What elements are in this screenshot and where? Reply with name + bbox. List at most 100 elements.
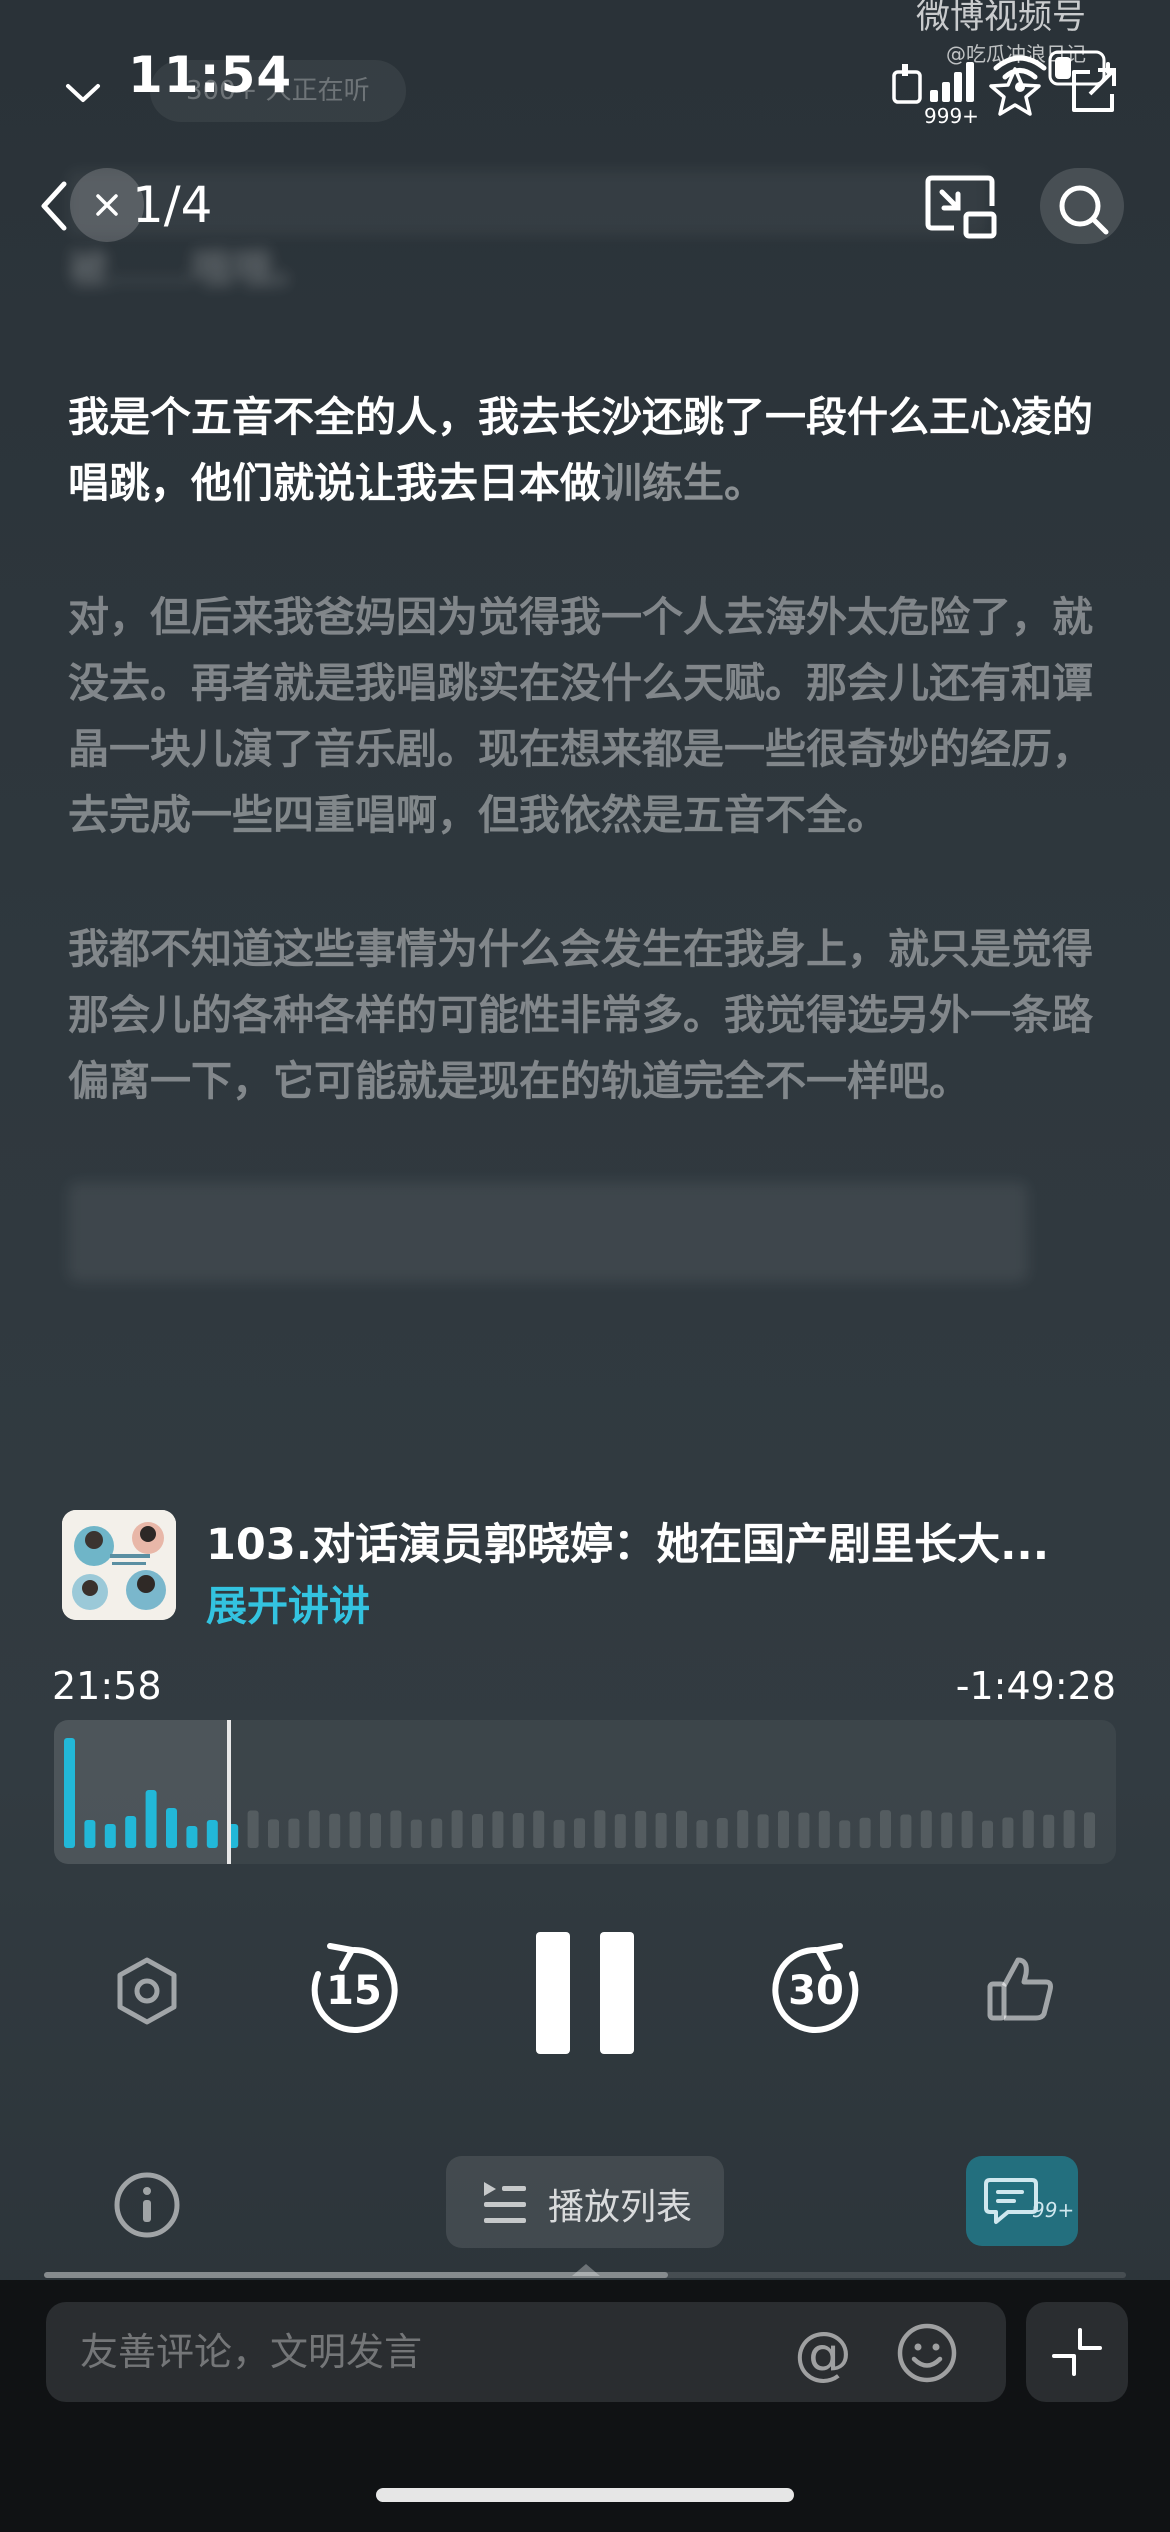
info-icon[interactable]: [112, 2170, 182, 2240]
waveform-bar: [1043, 1814, 1055, 1848]
pause-icon: [536, 1932, 634, 2054]
status-bar: 300+ 人正在听 11:54 微博视频号 @吃瓜冲浪日记 999+: [0, 0, 1170, 130]
waveform-bar: [104, 1824, 116, 1848]
elapsed-time: 21:58: [52, 1664, 162, 1708]
waveform-bar: [390, 1810, 402, 1848]
comment-count-badge: 99+: [1032, 2198, 1075, 2222]
waveform-bar: [512, 1812, 524, 1848]
forward-30-button[interactable]: 30: [766, 1940, 866, 2040]
waveform-bar: [268, 1819, 279, 1848]
waveform-bar: [737, 1810, 749, 1848]
waveform-bar: [492, 1811, 504, 1848]
watermark-title: 微博视频号: [916, 0, 1086, 37]
rewind-15-button[interactable]: 15: [304, 1940, 404, 2040]
waveform-bar: [166, 1808, 177, 1848]
playlist-button[interactable]: 播放列表: [446, 2156, 724, 2248]
waveform-bar: [288, 1818, 300, 1848]
comment-input[interactable]: [46, 2302, 1006, 2402]
waveform-bars: [64, 1738, 1095, 1848]
transcript-current-text: 我是个五音不全的人，我去长沙还跳了一段什么王心凌的唱跳，他们就说让我去日本做: [68, 393, 1093, 507]
wifi-icon: [993, 55, 1047, 92]
waveform-bar: [716, 1817, 728, 1848]
waveform-bar: [798, 1812, 810, 1848]
waveform-bar: [982, 1820, 993, 1848]
settings-hexagon-icon[interactable]: [110, 1954, 184, 2028]
waveform-bar: [900, 1814, 912, 1848]
waveform-bar: [757, 1814, 769, 1848]
status-time: 11:54: [128, 46, 293, 104]
waveform-bar: [594, 1810, 606, 1848]
episode-cover-image: [62, 1510, 176, 1620]
thumbs-up-icon[interactable]: [984, 1952, 1058, 2026]
waveform-bar: [472, 1813, 483, 1848]
waveform-bar: [1022, 1810, 1034, 1848]
waveform-bar: [349, 1811, 361, 1848]
waveform-bar: [451, 1810, 463, 1848]
waveform-bar: [880, 1810, 891, 1848]
waveform-bar: [1084, 1812, 1095, 1848]
waveform-bar: [206, 1820, 218, 1848]
waveform-bar: [920, 1810, 932, 1848]
waveform-bar: [186, 1826, 198, 1848]
waveform-bar: [859, 1817, 871, 1848]
playback-controls: 15 30: [0, 1910, 1170, 2070]
episode-title: 103.对话演员郭晓婷：她在国产剧里长大...: [206, 1520, 1050, 1570]
waveform-bar: [370, 1813, 381, 1848]
notification-count: 999+: [924, 104, 979, 128]
forward-seconds: 30: [788, 1968, 844, 2014]
waveform-bar: [247, 1810, 259, 1848]
waveform-bar: [84, 1820, 96, 1848]
transcript-blurred-line: 被……哦哦。: [68, 245, 314, 293]
waveform-bar: [1063, 1810, 1075, 1848]
waveform-bar: [64, 1738, 75, 1848]
waveform-bar: [431, 1818, 443, 1848]
comments-button[interactable]: 99+: [966, 2156, 1078, 2246]
waveform-bar: [696, 1820, 708, 1848]
waveform-bar: [574, 1818, 585, 1848]
transcript-current-paragraph: 我是个五音不全的人，我去长沙还跳了一段什么王心凌的唱跳，他们就说让我去日本做训练…: [68, 384, 1108, 516]
mention-icon[interactable]: @: [792, 2322, 854, 2384]
home-indicator[interactable]: [376, 2488, 794, 2502]
waveform-bar: [614, 1814, 626, 1848]
transcript-paragraph-3: 我都不知道这些事情为什么会发生在我身上，就只是觉得那会儿的各种各样的可能性非常多…: [68, 925, 1093, 1105]
rewind-seconds: 15: [326, 1968, 382, 2014]
waveform-bar: [553, 1819, 565, 1848]
waveform-bar: [533, 1810, 545, 1848]
expand-talk-link[interactable]: 展开讲讲: [206, 1572, 370, 1632]
waveform-bar: [818, 1810, 830, 1848]
transcript: 被……哦哦。 我是个五音不全的人，我去长沙还跳了一段什么王心凌的唱跳，他们就说让…: [68, 130, 1108, 1282]
chevron-down-icon[interactable]: [62, 78, 104, 106]
waveform-bar: [308, 1810, 320, 1848]
waveform-bar: [329, 1813, 341, 1848]
expand-editor-button[interactable]: [1026, 2302, 1128, 2402]
waveform-bar: [410, 1819, 422, 1848]
remaining-time: -1:49:28: [955, 1664, 1116, 1708]
external-link-icon[interactable]: [1066, 64, 1120, 118]
transcript-current-tail: 训练生。: [601, 459, 765, 507]
episode-card[interactable]: 103.对话演员郭晓婷：她在国产剧里长大... 展开讲讲: [62, 1510, 1122, 1630]
waveform-bar: [125, 1816, 137, 1848]
emoji-icon[interactable]: [896, 2322, 958, 2384]
transcript-blurred-bottom: [68, 1182, 1028, 1282]
waveform-bar: [961, 1810, 973, 1848]
waveform-bar: [655, 1812, 667, 1848]
waveform-bar: [1002, 1817, 1014, 1848]
expand-arrows-icon: [1052, 2328, 1102, 2376]
mention-symbol: @: [794, 2319, 852, 2387]
playhead[interactable]: [227, 1720, 231, 1864]
waveform-bar: [676, 1810, 687, 1848]
waveform-bar: [778, 1810, 789, 1848]
playlist-label: 播放列表: [548, 2187, 693, 2228]
pause-button[interactable]: [532, 1928, 638, 2058]
transcript-paragraph-2: 对，但后来我爸妈因为觉得我一个人去海外太危险了，就没去。再者就是我唱跳实在没什么…: [68, 593, 1093, 839]
status-icons: 999+: [830, 50, 1130, 128]
collapse-handle-icon[interactable]: [568, 2262, 604, 2278]
waveform-bar: [941, 1812, 953, 1848]
signal-icon: [930, 62, 974, 102]
waveform-bar: [839, 1820, 851, 1848]
waveform-bar: [145, 1790, 157, 1848]
transcript-blurred-top: [68, 170, 988, 236]
playlist-icon: [484, 2182, 526, 2223]
waveform-scrubber[interactable]: [54, 1720, 1116, 1864]
waveform-bar: [635, 1810, 647, 1848]
